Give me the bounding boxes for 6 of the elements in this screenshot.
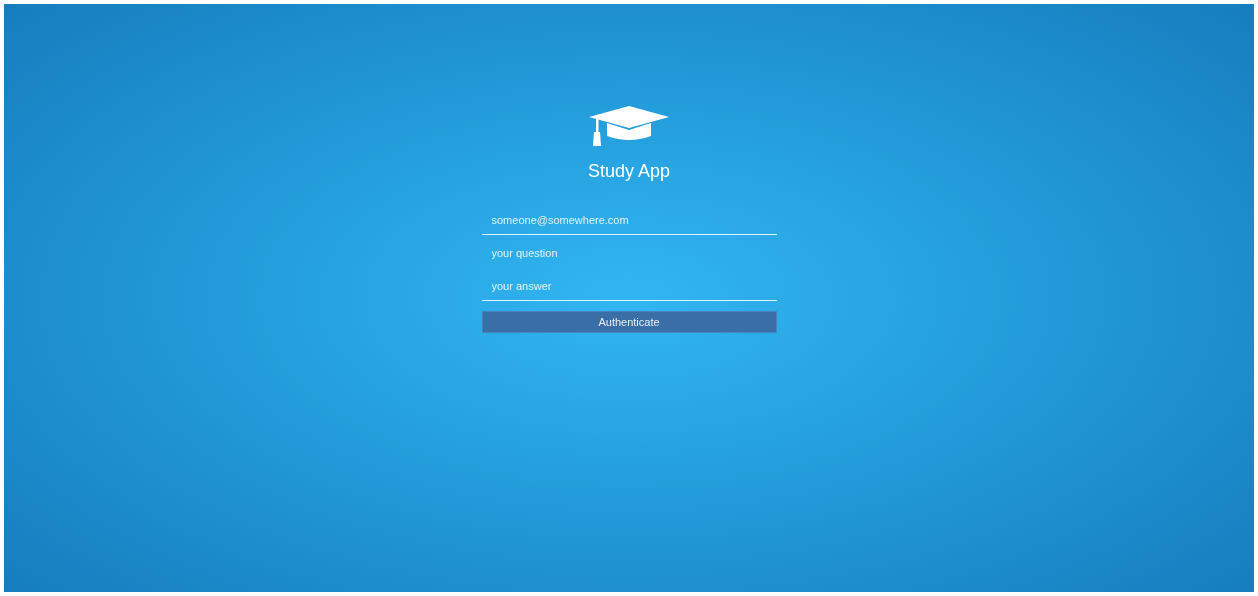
authenticate-button[interactable]: Authenticate (481, 311, 777, 333)
input-field[interactable]: someone@somewhere.com (481, 202, 777, 235)
app-title: Study App (587, 161, 671, 182)
input-field[interactable]: your answer (481, 268, 777, 301)
input-field[interactable]: your question (481, 235, 777, 268)
graduation-cap-icon (589, 106, 669, 146)
